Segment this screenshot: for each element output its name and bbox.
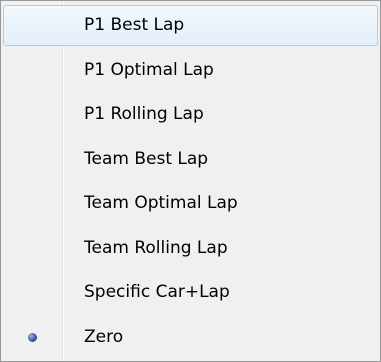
menu-item-team-rolling-lap[interactable]: Team Rolling Lap [1,226,380,271]
menu-item-label: P1 Best Lap [84,15,185,36]
menu-item-label: Zero [84,326,124,347]
menu-item-p1-optimal-lap[interactable]: P1 Optimal Lap [1,48,380,93]
menu-item-label: Team Best Lap [84,148,209,169]
menu-items: P1 Best Lap P1 Optimal Lap P1 Rolling La… [1,3,380,359]
context-menu: P1 Best Lap P1 Optimal Lap P1 Rolling La… [0,0,381,362]
menu-item-p1-rolling-lap[interactable]: P1 Rolling Lap [1,92,380,137]
menu-item-zero[interactable]: Zero [1,315,380,360]
menu-item-label: Team Optimal Lap [84,193,238,214]
menu-item-p1-best-lap[interactable]: P1 Best Lap [1,3,380,48]
radio-bullet-icon [28,332,37,342]
menu-item-label: Team Rolling Lap [84,237,228,258]
menu-item-team-optimal-lap[interactable]: Team Optimal Lap [1,181,380,226]
menu-item-team-best-lap[interactable]: Team Best Lap [1,137,380,182]
menu-item-label: Specific Car+Lap [84,282,230,303]
menu-item-label: P1 Rolling Lap [84,104,204,125]
menu-item-label: P1 Optimal Lap [84,59,214,80]
menu-item-specific-car-lap[interactable]: Specific Car+Lap [1,270,380,315]
